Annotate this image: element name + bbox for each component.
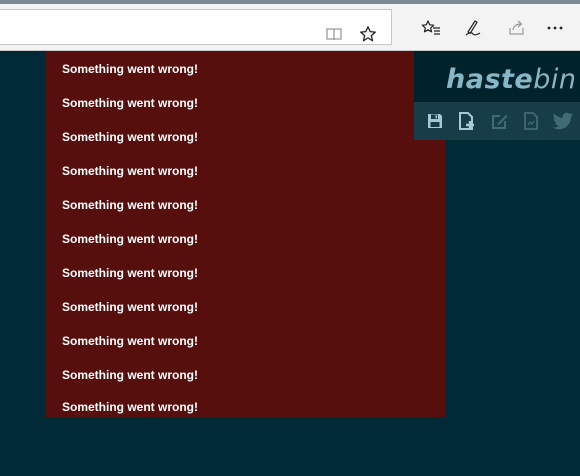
error-message: Something went wrong! — [62, 300, 198, 314]
favorite-star-icon[interactable] — [353, 10, 383, 57]
logo-bold: haste — [446, 64, 534, 95]
browser-toolbar — [0, 4, 580, 51]
hastebin-button-bar — [414, 102, 580, 140]
duplicate-edit-icon[interactable] — [486, 102, 512, 140]
error-message: Something went wrong! — [62, 334, 198, 348]
error-message: Something went wrong! — [62, 400, 198, 414]
share-icon[interactable] — [502, 4, 532, 51]
error-message: Something went wrong! — [62, 368, 198, 382]
favorites-list-icon[interactable] — [416, 4, 446, 51]
logo-light: bin — [533, 64, 577, 95]
pen-icon[interactable] — [458, 4, 488, 51]
more-icon[interactable] — [540, 4, 570, 51]
save-icon[interactable] — [422, 102, 448, 140]
hastebin-logo: hastebin — [446, 65, 577, 95]
error-message: Something went wrong! — [62, 266, 198, 280]
error-message: Something went wrong! — [62, 96, 198, 110]
error-message: Something went wrong! — [62, 164, 198, 178]
address-bar[interactable] — [0, 9, 392, 45]
error-message: Something went wrong! — [62, 130, 198, 144]
reading-view-icon[interactable] — [319, 10, 349, 57]
error-message: Something went wrong! — [62, 62, 198, 76]
error-list: Something went wrong! Something went wro… — [46, 51, 446, 417]
raw-icon[interactable] — [518, 102, 544, 140]
hastebin-panel: hastebin — [414, 51, 580, 140]
error-message: Something went wrong! — [62, 198, 198, 212]
twitter-icon[interactable] — [550, 102, 576, 140]
new-icon[interactable] — [454, 102, 480, 140]
error-message: Something went wrong! — [62, 232, 198, 246]
